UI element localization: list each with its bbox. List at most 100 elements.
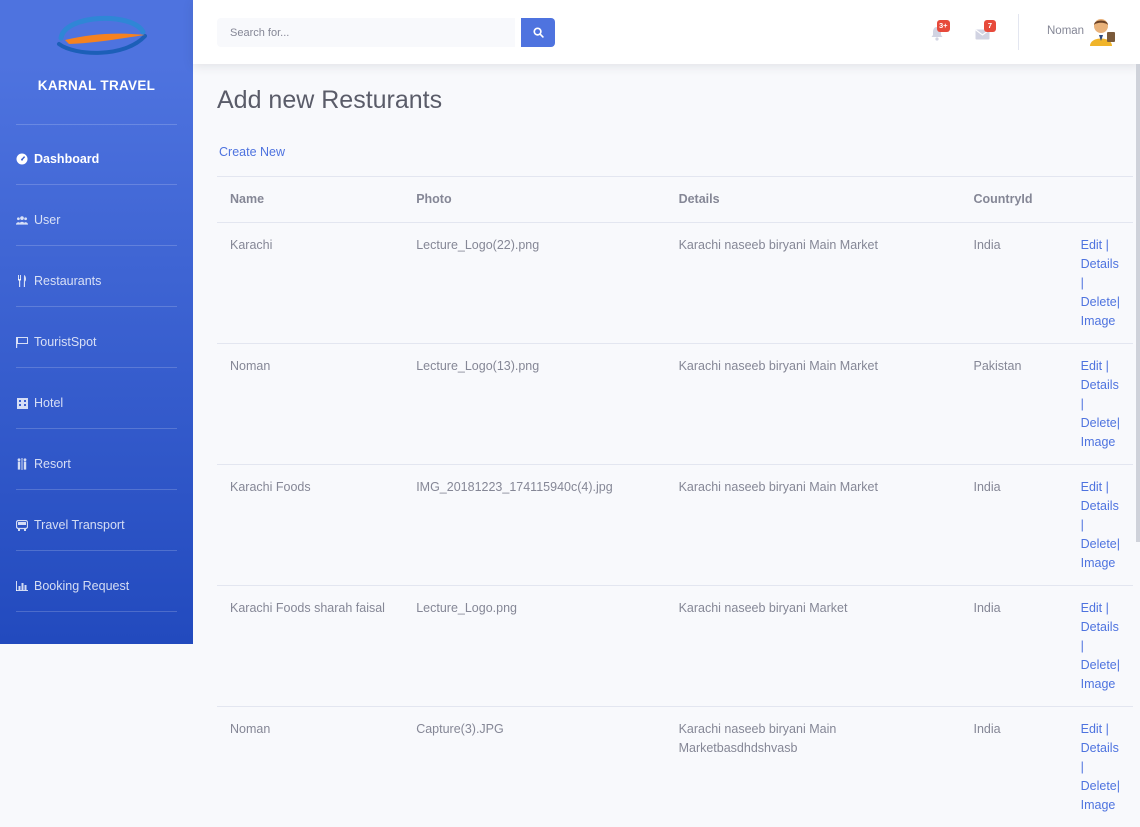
- cell-details: Karachi naseeb biryani Main Market: [666, 223, 961, 344]
- sidebar-item-label: Booking Request: [34, 579, 129, 593]
- cell-name: Karachi: [217, 223, 403, 344]
- column-header-countryid: CountryId: [960, 177, 1067, 223]
- action-separator: |: [1117, 779, 1120, 793]
- sidebar-divider: [16, 306, 177, 307]
- delete-link[interactable]: Delete: [1081, 537, 1117, 551]
- delete-link[interactable]: Delete: [1081, 779, 1117, 793]
- cell-name: Karachi Foods: [217, 465, 403, 586]
- action-separator: |: [1117, 416, 1120, 430]
- details-link[interactable]: Details: [1081, 741, 1119, 755]
- scrollbar[interactable]: [1136, 64, 1140, 542]
- sidebar: KARNAL TRAVEL Dashboard User Restaurants To…: [0, 0, 193, 644]
- column-header-details: Details: [666, 177, 961, 223]
- tachometer-icon: [16, 153, 28, 165]
- search-button[interactable]: [521, 18, 555, 47]
- image-link[interactable]: Image: [1081, 677, 1116, 691]
- brand[interactable]: KARNAL TRAVEL: [0, 0, 193, 124]
- action-separator: |: [1081, 276, 1084, 290]
- cell-countryid: India: [960, 223, 1067, 344]
- sidebar-item-label: Resort: [34, 457, 71, 471]
- restaurants-table: Name Photo Details CountryId KarachiLect…: [217, 176, 1133, 827]
- sidebar-item-booking-request[interactable]: Booking Request: [0, 564, 193, 608]
- sidebar-item-travel-transport[interactable]: Travel Transport: [0, 503, 193, 547]
- cell-details: Karachi naseeb biryani Main Market: [666, 465, 961, 586]
- column-header-photo: Photo: [403, 177, 665, 223]
- sidebar-item-restaurants[interactable]: Restaurants: [0, 259, 193, 303]
- cell-countryid: Pakistan: [960, 344, 1067, 465]
- edit-link[interactable]: Edit: [1081, 722, 1103, 736]
- action-separator: |: [1102, 480, 1109, 494]
- sidebar-divider: [16, 428, 177, 429]
- details-link[interactable]: Details: [1081, 378, 1119, 392]
- cell-details: Karachi naseeb biryani Main Marketbasdhd…: [666, 707, 961, 827]
- create-new-link[interactable]: Create New: [219, 145, 285, 159]
- sidebar-item-user[interactable]: User: [0, 198, 193, 242]
- delete-link[interactable]: Delete: [1081, 416, 1117, 430]
- user-name[interactable]: Noman: [1047, 25, 1084, 37]
- sidebar-item-label: TouristSpot: [34, 335, 97, 349]
- cell-actions: Edit | Details | Delete|Image: [1068, 465, 1133, 586]
- people-icon: [16, 458, 28, 470]
- image-link[interactable]: Image: [1081, 556, 1116, 570]
- avatar[interactable]: [1087, 16, 1117, 46]
- sidebar-divider: [16, 611, 177, 612]
- cell-countryid: India: [960, 707, 1067, 827]
- table-header-row: Name Photo Details CountryId: [217, 177, 1133, 223]
- alerts-badge: 3+: [937, 20, 950, 32]
- action-separator: |: [1102, 238, 1109, 252]
- delete-link[interactable]: Delete: [1081, 295, 1117, 309]
- edit-link[interactable]: Edit: [1081, 238, 1103, 252]
- chart-icon: [16, 580, 28, 592]
- sidebar-item-resort[interactable]: Resort: [0, 442, 193, 486]
- edit-link[interactable]: Edit: [1081, 601, 1103, 615]
- alerts-dropdown[interactable]: 3+: [930, 22, 956, 42]
- sidebar-item-label: Hotel: [34, 396, 63, 410]
- cell-details: Karachi naseeb biryani Main Market: [666, 344, 961, 465]
- sidebar-divider: [16, 184, 177, 185]
- flag-icon: [16, 336, 28, 348]
- action-separator: |: [1081, 639, 1084, 653]
- column-header-actions: [1068, 177, 1133, 223]
- sidebar-divider: [16, 245, 177, 246]
- topbar: 3+ 7 Noman: [193, 0, 1140, 64]
- table-row: KarachiLecture_Logo(22).pngKarachi nasee…: [217, 223, 1133, 344]
- search-icon: [533, 27, 544, 38]
- details-link[interactable]: Details: [1081, 257, 1119, 271]
- cell-actions: Edit | Details | Delete|Image: [1068, 707, 1133, 827]
- building-icon: [16, 397, 28, 409]
- image-link[interactable]: Image: [1081, 435, 1116, 449]
- table-row: Karachi FoodsIMG_20181223_174115940c(4).…: [217, 465, 1133, 586]
- bus-icon: [16, 519, 28, 531]
- topbar-divider: [1018, 14, 1019, 50]
- details-link[interactable]: Details: [1081, 620, 1119, 634]
- page-title: Add new Resturants: [217, 86, 442, 115]
- sidebar-item-dashboard[interactable]: Dashboard: [0, 137, 193, 181]
- cell-countryid: India: [960, 586, 1067, 707]
- cell-name: Noman: [217, 344, 403, 465]
- cell-name: Karachi Foods sharah faisal: [217, 586, 403, 707]
- sidebar-item-touristspot[interactable]: TouristSpot: [0, 320, 193, 364]
- sidebar-divider: [16, 489, 177, 490]
- search-input[interactable]: [217, 18, 515, 47]
- logo-icon: [55, 10, 147, 68]
- details-link[interactable]: Details: [1081, 499, 1119, 513]
- cell-photo: IMG_20181223_174115940c(4).jpg: [403, 465, 665, 586]
- cell-photo: Lecture_Logo(13).png: [403, 344, 665, 465]
- edit-link[interactable]: Edit: [1081, 359, 1103, 373]
- action-separator: |: [1117, 537, 1120, 551]
- cell-photo: Lecture_Logo(22).png: [403, 223, 665, 344]
- main-content: Add new Resturants Create New Name Photo…: [193, 64, 1140, 644]
- edit-link[interactable]: Edit: [1081, 480, 1103, 494]
- delete-link[interactable]: Delete: [1081, 658, 1117, 672]
- sidebar-item-label: Travel Transport: [34, 518, 125, 532]
- cell-actions: Edit | Details | Delete|Image: [1068, 344, 1133, 465]
- image-link[interactable]: Image: [1081, 798, 1116, 812]
- messages-badge: 7: [984, 20, 996, 32]
- column-header-name: Name: [217, 177, 403, 223]
- utensils-icon: [16, 275, 28, 287]
- sidebar-item-hotel[interactable]: Hotel: [0, 381, 193, 425]
- cell-actions: Edit | Details | Delete|Image: [1068, 223, 1133, 344]
- messages-dropdown[interactable]: 7: [975, 22, 1001, 42]
- sidebar-divider: [16, 367, 177, 368]
- image-link[interactable]: Image: [1081, 314, 1116, 328]
